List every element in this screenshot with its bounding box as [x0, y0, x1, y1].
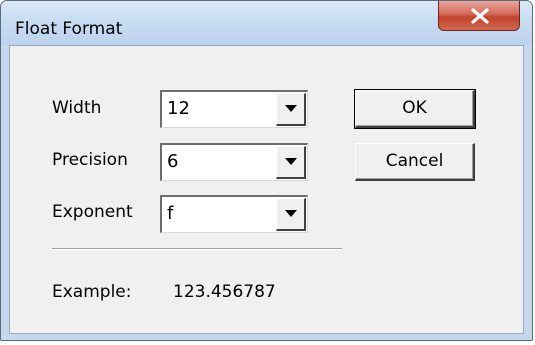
- precision-label: Precision: [52, 150, 128, 170]
- chevron-down-icon: [285, 105, 297, 112]
- example-value: 123.456787: [173, 282, 276, 302]
- cancel-button[interactable]: Cancel: [355, 143, 475, 181]
- precision-value: 6: [167, 151, 179, 172]
- precision-combobox[interactable]: 6: [160, 143, 308, 181]
- width-dropdown-button[interactable]: [276, 93, 306, 126]
- exponent-value: f: [167, 203, 174, 224]
- exponent-dropdown-button[interactable]: [276, 198, 306, 231]
- ok-button[interactable]: OK: [354, 89, 476, 129]
- width-value: 12: [167, 98, 190, 119]
- float-format-dialog: Float Format Width 12 Precision 6 Expone…: [0, 0, 533, 341]
- separator: [52, 248, 342, 250]
- window-title: Float Format: [15, 19, 123, 39]
- width-label: Width: [52, 98, 102, 118]
- chevron-down-icon: [285, 210, 297, 217]
- exponent-label: Exponent: [52, 202, 133, 222]
- exponent-combobox[interactable]: f: [160, 195, 308, 233]
- dialog-body: Width 12 Precision 6 Exponent f OK Cance…: [9, 45, 524, 334]
- title-bar[interactable]: Float Format: [1, 1, 532, 45]
- chevron-down-icon: [285, 158, 297, 165]
- close-icon: [471, 8, 489, 24]
- width-combobox[interactable]: 12: [160, 90, 308, 128]
- close-button[interactable]: [438, 1, 520, 31]
- precision-dropdown-button[interactable]: [276, 146, 306, 179]
- example-label: Example:: [52, 282, 132, 302]
